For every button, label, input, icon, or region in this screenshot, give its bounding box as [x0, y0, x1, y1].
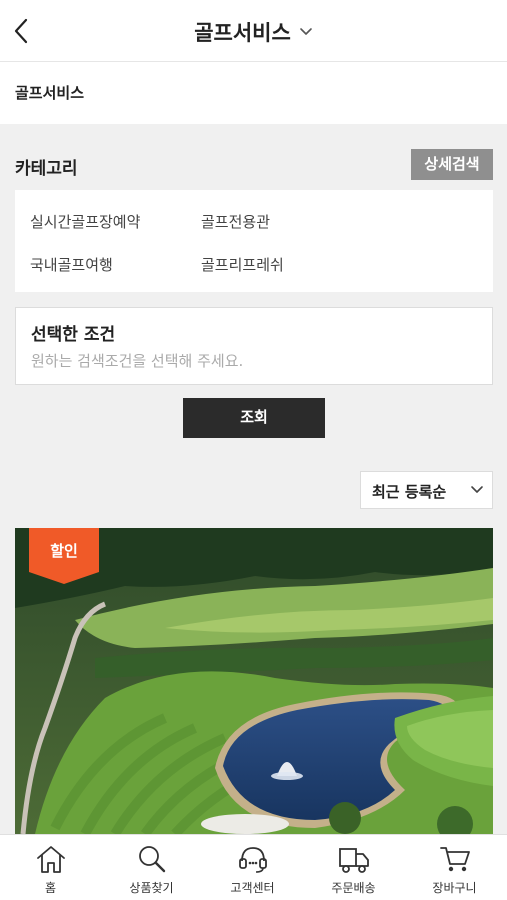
breadcrumb-label: 골프서비스 [15, 84, 85, 102]
page-title-dropdown[interactable]: 골프서비스 [0, 17, 507, 47]
chevron-down-icon [471, 486, 483, 493]
tab-customer-center-label: 고객센터 [230, 881, 275, 895]
conditions-title: 선택한 조건 [31, 325, 116, 345]
conditions-hint: 원하는 검색조건을 선택해 주세요. [31, 352, 244, 370]
page-title: 골프서비스 [194, 21, 291, 45]
home-icon [36, 846, 65, 873]
detail-search-button[interactable]: 상세검색 [411, 149, 493, 180]
category-item-domestic-travel[interactable]: 국내골프여행 [30, 254, 113, 275]
tab-product-search-label: 상품찾기 [129, 881, 174, 895]
tab-cart[interactable]: 장바구니 [404, 835, 505, 900]
chevron-down-icon [299, 28, 312, 35]
discount-badge: 할인 [50, 542, 78, 560]
search-icon [138, 846, 165, 873]
selected-conditions: 선택한 조건 원하는 검색조건을 선택해 주세요. [15, 307, 493, 385]
tab-cart-label: 장바구니 [432, 881, 477, 895]
category-list: 실시간골프장예약 골프전용관 국내골프여행 골프리프레쉬 [15, 190, 493, 292]
tab-home-label: 홈 [44, 881, 57, 895]
breadcrumb: 골프서비스 [0, 62, 507, 124]
headset-icon [238, 847, 267, 873]
top-header: 골프서비스 [0, 0, 507, 62]
content-area: 카테고리 상세검색 실시간골프장예약 골프전용관 국내골프여행 골프리프레쉬 선… [0, 124, 507, 834]
tab-order-delivery[interactable]: 주문배송 [303, 835, 404, 900]
tab-order-delivery-label: 주문배송 [331, 881, 376, 895]
search-button[interactable]: 조회 [183, 398, 325, 438]
category-title: 카테고리 [15, 159, 78, 179]
tab-product-search[interactable]: 상품찾기 [101, 835, 202, 900]
category-item-golf-refresh[interactable]: 골프리프레쉬 [201, 254, 284, 275]
cart-icon [439, 847, 470, 872]
tab-customer-center[interactable]: 고객센터 [202, 835, 303, 900]
category-item-golf-exclusive[interactable]: 골프전용관 [201, 211, 270, 232]
delivery-truck-icon [338, 848, 369, 873]
sort-selected-label: 최근 등록순 [372, 483, 447, 501]
bottom-tab-bar: 홈 상품찾기 고객센터 주문배송 장바구니 [0, 834, 507, 900]
tab-home[interactable]: 홈 [0, 835, 101, 900]
sort-select[interactable]: 최근 등록순 [360, 471, 493, 509]
product-card[interactable]: 할인 [15, 528, 493, 834]
category-item-realtime-booking[interactable]: 실시간골프장예약 [30, 211, 140, 232]
